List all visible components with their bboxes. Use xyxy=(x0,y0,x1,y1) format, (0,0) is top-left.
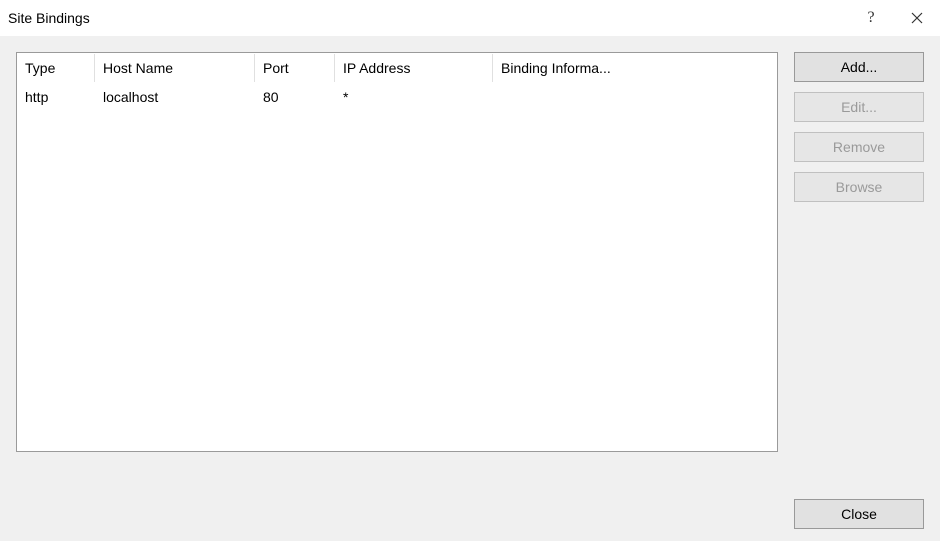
col-header-ip[interactable]: IP Address xyxy=(335,54,493,82)
bindings-list[interactable]: Type Host Name Port IP Address Binding I… xyxy=(16,52,778,452)
table-row[interactable]: http localhost 80 * xyxy=(17,83,777,111)
col-header-type[interactable]: Type xyxy=(17,54,95,82)
list-header: Type Host Name Port IP Address Binding I… xyxy=(17,53,777,83)
cell-binding xyxy=(493,93,777,101)
cell-ip: * xyxy=(335,85,493,109)
window-title: Site Bindings xyxy=(8,10,848,26)
close-window-button[interactable] xyxy=(894,0,940,36)
cell-type: http xyxy=(17,85,95,109)
close-icon xyxy=(911,12,923,24)
titlebar: Site Bindings ? xyxy=(0,0,940,36)
edit-button[interactable]: Edit... xyxy=(794,92,924,122)
cell-host: localhost xyxy=(95,85,255,109)
close-button[interactable]: Close xyxy=(794,499,924,529)
browse-button[interactable]: Browse xyxy=(794,172,924,202)
close-row: Close xyxy=(794,499,924,529)
dialog-body: Type Host Name Port IP Address Binding I… xyxy=(0,36,940,541)
col-header-binding[interactable]: Binding Informa... xyxy=(493,54,777,82)
cell-port: 80 xyxy=(255,85,335,109)
col-header-host[interactable]: Host Name xyxy=(95,54,255,82)
remove-button[interactable]: Remove xyxy=(794,132,924,162)
help-button[interactable]: ? xyxy=(848,0,894,36)
side-buttons: Add... Edit... Remove Browse xyxy=(794,52,924,525)
col-header-port[interactable]: Port xyxy=(255,54,335,82)
add-button[interactable]: Add... xyxy=(794,52,924,82)
